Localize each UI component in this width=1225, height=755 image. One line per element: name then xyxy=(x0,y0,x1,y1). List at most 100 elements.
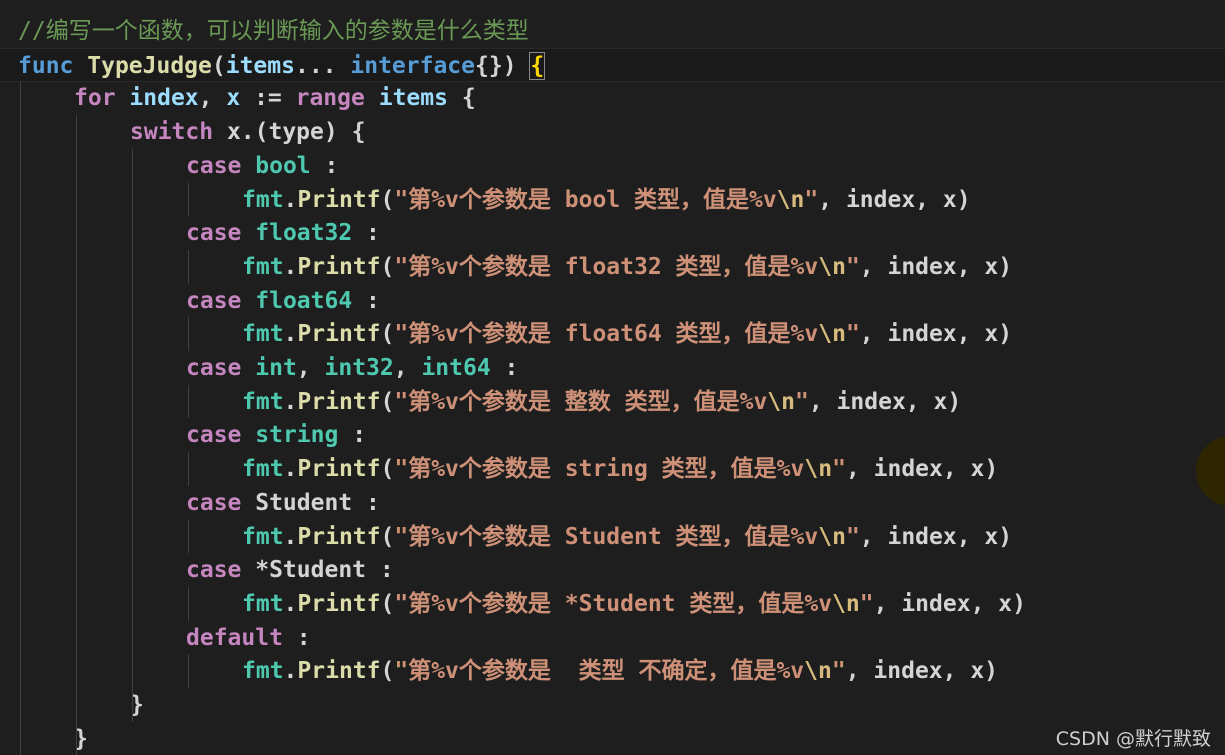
code-token: \n xyxy=(818,523,846,550)
indent-guide xyxy=(188,452,189,486)
code-token: int64 xyxy=(421,355,491,381)
code-token: fmt xyxy=(242,253,284,280)
code-line-text: func TypeJudge(items... interface{}) { xyxy=(18,49,546,83)
code-line[interactable]: case float32 : xyxy=(0,216,1225,250)
code-token: x xyxy=(226,85,241,112)
code-line-text: fmt.Printf("第%v个参数是 整数 类型，值是%v\n", index… xyxy=(242,385,961,419)
code-token: { xyxy=(447,85,476,112)
code-token: ( xyxy=(380,186,395,213)
code-line[interactable]: fmt.Printf("第%v个参数是 Student 类型，值是%v\n", … xyxy=(0,520,1225,554)
code-token: "第%v个参数是 string 类型，值是%v xyxy=(394,456,805,483)
code-token: "第%v个参数是 类型 不确定，值是%v xyxy=(394,658,805,685)
code-token: " xyxy=(845,523,860,550)
code-token: Printf xyxy=(297,186,381,213)
code-line-text: case Student : xyxy=(186,486,380,520)
code-token: \n xyxy=(818,321,846,348)
code-token: case xyxy=(186,422,242,449)
code-token: \n xyxy=(818,253,846,280)
code-token: \n xyxy=(804,456,833,483)
code-token: int32 xyxy=(324,355,394,381)
watermark: CSDN @默行默致 xyxy=(1055,728,1211,750)
code-line[interactable]: for index, x := range items { xyxy=(0,81,1225,115)
indent-guide xyxy=(76,115,77,755)
code-line-text: case float64 : xyxy=(186,284,380,318)
code-line-text: case bool : xyxy=(186,149,338,183)
code-token: Printf xyxy=(297,590,381,617)
code-token: "第%v个参数是 float32 类型，值是%v xyxy=(394,253,819,280)
code-token: Printf xyxy=(297,321,381,348)
code-line[interactable]: } xyxy=(0,688,1225,722)
code-token: ( xyxy=(211,52,226,79)
code-line[interactable]: fmt.Printf("第%v个参数是 float32 类型，值是%v\n", … xyxy=(0,250,1225,284)
code-token: . xyxy=(283,321,298,348)
code-token: items xyxy=(225,52,295,79)
code-token: ( xyxy=(380,321,395,348)
code-line[interactable]: fmt.Printf("第%v个参数是 string 类型，值是%v\n", i… xyxy=(0,452,1225,486)
code-line[interactable]: fmt.Printf("第%v个参数是 类型 不确定，值是%v\n", inde… xyxy=(0,654,1225,688)
code-line-text: case int, int32, int64 : xyxy=(186,351,518,385)
code-line[interactable]: //编写一个函数，可以判断输入的参数是什么类型 xyxy=(0,14,1225,48)
code-token: string xyxy=(255,422,339,449)
code-line-text: default : xyxy=(186,621,311,655)
code-token: , xyxy=(393,355,422,381)
code-token: , index, x) xyxy=(845,456,999,483)
code-line-text: for index, x := range items { xyxy=(74,81,476,115)
code-token: {}) xyxy=(475,52,517,79)
code-line[interactable]: case *Student : xyxy=(0,553,1225,587)
code-token: : xyxy=(310,152,339,179)
code-token: "第%v个参数是 float64 类型，值是%v xyxy=(394,321,819,348)
code-line-text: case string : xyxy=(186,418,366,452)
code-line[interactable]: case int, int32, int64 : xyxy=(0,351,1225,385)
code-token: for xyxy=(74,85,116,112)
code-editor[interactable]: //编写一个函数，可以判断输入的参数是什么类型 func TypeJudge(it… xyxy=(0,0,1225,755)
code-token: case xyxy=(186,220,242,247)
code-token: ( xyxy=(380,523,395,550)
code-token: bool xyxy=(255,152,311,179)
code-line[interactable]: case Student : xyxy=(0,486,1225,520)
code-token: : xyxy=(490,355,519,381)
code-token: " xyxy=(804,186,819,213)
code-line[interactable]: case string : xyxy=(0,418,1225,452)
code-token: "第%v个参数是 *Student 类型，值是%v xyxy=(394,590,833,617)
code-token: Printf xyxy=(297,253,381,280)
code-token: fmt xyxy=(242,523,284,550)
code-token: Printf xyxy=(297,456,381,483)
code-line[interactable]: fmt.Printf("第%v个参数是 *Student 类型，值是%v\n",… xyxy=(0,587,1225,621)
code-token: \n xyxy=(776,186,805,213)
code-token: x.(type) { xyxy=(213,119,366,146)
code-line[interactable]: fmt.Printf("第%v个参数是 整数 类型，值是%v\n", index… xyxy=(0,385,1225,419)
code-token: . xyxy=(283,388,298,415)
code-token: switch xyxy=(130,119,214,146)
code-line[interactable]: func TypeJudge(items... interface{}) { xyxy=(0,47,1225,83)
code-token: " xyxy=(845,321,860,348)
code-line[interactable]: default : xyxy=(0,621,1225,655)
code-line[interactable]: case bool : xyxy=(0,149,1225,183)
indent-guide xyxy=(188,654,189,688)
code-token: case xyxy=(186,489,242,516)
code-token: "第%v个参数是 整数 类型，值是%v xyxy=(394,388,768,415)
code-line-text: switch x.(type) { xyxy=(130,115,365,149)
code-token: , index, x) xyxy=(818,186,971,213)
code-line-text: fmt.Printf("第%v个参数是 string 类型，值是%v\n", i… xyxy=(242,452,998,486)
code-token: " xyxy=(832,456,846,483)
code-token: : xyxy=(282,624,311,651)
code-line[interactable]: switch x.(type) { xyxy=(0,115,1225,149)
indent-guide xyxy=(188,317,189,351)
code-token: "第%v个参数是 Student 类型，值是%v xyxy=(394,523,819,550)
code-line[interactable]: fmt.Printf("第%v个参数是 float64 类型，值是%v\n", … xyxy=(0,317,1225,351)
code-line[interactable]: } xyxy=(0,722,1225,755)
code-token: := xyxy=(240,85,296,112)
code-line[interactable]: case float64 : xyxy=(0,284,1225,318)
code-token: , index, x) xyxy=(873,590,1026,617)
code-token: fmt xyxy=(242,321,284,348)
code-token: fmt xyxy=(242,186,284,213)
code-line[interactable]: fmt.Printf("第%v个参数是 bool 类型，值是%v\n", ind… xyxy=(0,183,1225,217)
code-token: range xyxy=(295,85,365,112)
code-token: int xyxy=(255,355,297,381)
